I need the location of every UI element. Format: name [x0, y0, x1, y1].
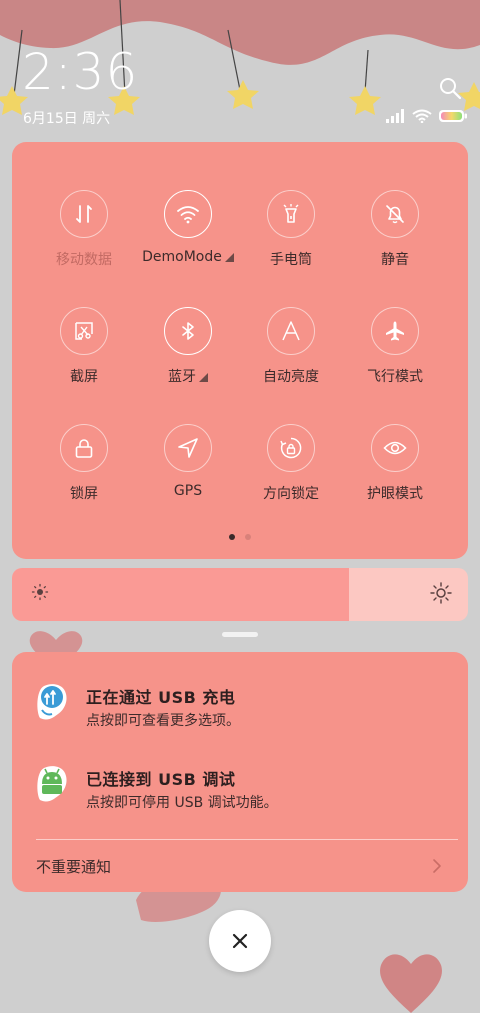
tile-icon-circle[interactable] — [164, 307, 212, 355]
tile-icon-circle[interactable] — [371, 307, 419, 355]
tile-label: 移动数据 — [56, 252, 112, 268]
page-indicator — [12, 534, 468, 540]
tile-label: 方向锁定 — [263, 486, 319, 502]
tile-wifi[interactable]: DemoMode — [136, 190, 240, 290]
expand-triangle-icon[interactable] — [224, 252, 234, 262]
tile-label-row: DemoMode — [136, 249, 240, 265]
tile-mobile-data[interactable]: 移动数据 — [32, 190, 136, 290]
notification-title: 正在通过 USB 充电 — [86, 688, 236, 707]
tile-label: 飞行模式 — [367, 369, 423, 385]
tile-icon-circle[interactable] — [267, 307, 315, 355]
tile-icon-circle[interactable] — [371, 424, 419, 472]
signal-icon — [386, 109, 404, 123]
close-icon — [232, 933, 248, 949]
status-icons — [386, 108, 468, 124]
brightness-low-icon — [31, 583, 49, 601]
notification-usb-debugging[interactable]: 已连接到 USB 调试 点按即可停用 USB 调试功能。 — [12, 764, 468, 824]
notification-title: 已连接到 USB 调试 — [86, 770, 236, 789]
mobile-data-icon — [76, 205, 92, 223]
tile-rotation-lock[interactable]: 方向锁定 — [239, 424, 343, 524]
tile-label: 护眼模式 — [367, 486, 423, 502]
battery-icon — [439, 110, 467, 122]
notification-panel: 正在通过 USB 充电 点按即可查看更多选项。 已连接到 USB 调试 点按即可… — [12, 652, 468, 892]
expand-triangle-icon[interactable] — [199, 372, 208, 382]
bell-off-icon — [386, 205, 404, 224]
brightness-high-icon — [430, 582, 452, 604]
tile-label: DemoMode — [142, 249, 222, 265]
tile-label: 自动亮度 — [263, 369, 319, 385]
notification-usb-charging[interactable]: 正在通过 USB 充电 点按即可查看更多选项。 — [12, 682, 468, 742]
flashlight-icon — [283, 204, 299, 223]
tile-label: 截屏 — [70, 369, 98, 385]
tile-icon-circle[interactable] — [60, 307, 108, 355]
divider — [36, 839, 458, 840]
tile-icon-circle[interactable] — [60, 424, 108, 472]
tile-label: 锁屏 — [70, 486, 98, 502]
notification-subtitle: 点按即可查看更多选项。 — [86, 713, 240, 729]
tile-eye-protection[interactable]: 护眼模式 — [343, 424, 447, 524]
tile-icon-circle[interactable] — [267, 190, 315, 238]
tile-icon-circle[interactable] — [371, 190, 419, 238]
tile-icon-circle[interactable] — [60, 190, 108, 238]
tile-label: GPS — [173, 483, 203, 499]
brightness-slider-fill[interactable] — [12, 568, 350, 621]
auto-brightness-icon — [282, 321, 300, 341]
airplane-icon — [386, 321, 404, 341]
quick-settings-panel: 移动数据 DemoMode 手电筒 静音 截屏 蓝牙 自动亮度 飞行模式 锁屏 … — [12, 142, 468, 559]
tile-label-row: 蓝牙 — [136, 366, 240, 386]
android-debug-icon — [37, 766, 67, 802]
heart-decoration — [380, 954, 442, 1013]
tile-bluetooth[interactable]: 蓝牙 — [136, 307, 240, 407]
page-dot[interactable] — [245, 534, 251, 540]
drag-handle[interactable] — [222, 632, 258, 637]
lock-icon — [75, 439, 93, 458]
usb-charging-icon — [37, 684, 67, 720]
tile-auto-brightness[interactable]: 自动亮度 — [239, 307, 343, 407]
chevron-right-icon[interactable] — [430, 856, 444, 876]
location-arrow-icon — [178, 438, 198, 458]
eye-icon — [383, 441, 407, 455]
screenshot-icon — [75, 322, 93, 340]
tile-label: 手电筒 — [270, 252, 312, 268]
star-decoration — [227, 80, 259, 109]
tile-label: 静音 — [381, 252, 409, 268]
tile-label: 蓝牙 — [168, 369, 196, 385]
tile-airplane[interactable]: 飞行模式 — [343, 307, 447, 407]
tile-mute[interactable]: 静音 — [343, 190, 447, 290]
page-dot-active[interactable] — [229, 534, 235, 540]
wifi-icon — [177, 206, 199, 224]
tile-icon-circle[interactable] — [164, 424, 212, 472]
clock-time[interactable]: 2:36 — [22, 46, 138, 98]
search-icon[interactable] — [438, 76, 462, 100]
tile-gps[interactable]: GPS — [136, 424, 240, 524]
bluetooth-icon — [182, 322, 194, 340]
tile-flashlight[interactable]: 手电筒 — [239, 190, 343, 290]
close-button[interactable] — [209, 910, 271, 972]
tile-icon-circle[interactable] — [267, 424, 315, 472]
unimportant-notifications-link[interactable]: 不重要通知 — [36, 856, 111, 877]
tile-screenshot[interactable]: 截屏 — [32, 307, 136, 407]
date-label[interactable]: 6月15日 周六 — [23, 108, 110, 128]
rotation-lock-icon — [280, 437, 302, 459]
notification-subtitle: 点按即可停用 USB 调试功能。 — [86, 795, 278, 811]
tile-icon-circle[interactable] — [164, 190, 212, 238]
brightness-slider[interactable] — [12, 568, 468, 621]
wifi-icon — [412, 109, 432, 123]
tile-lock-screen[interactable]: 锁屏 — [32, 424, 136, 524]
star-decoration — [349, 86, 381, 115]
